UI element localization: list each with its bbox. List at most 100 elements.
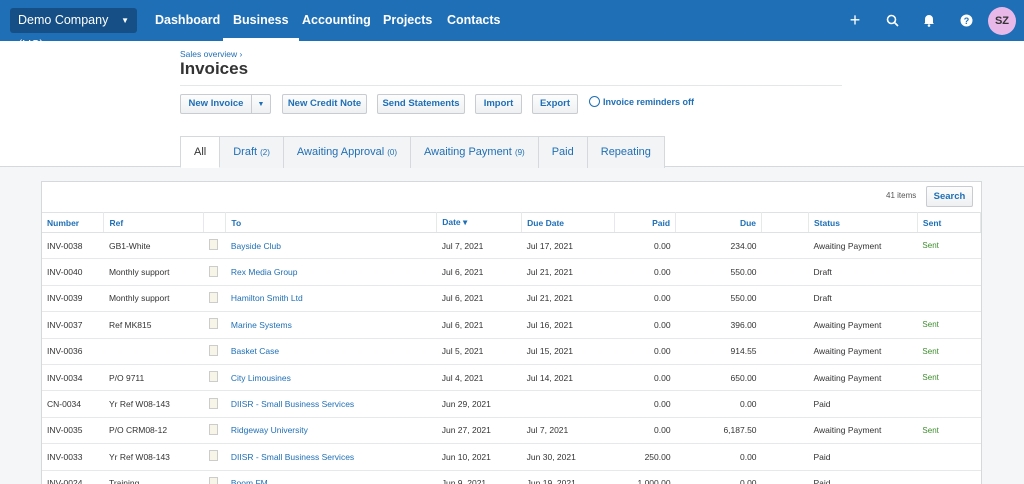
invoice-date: Jul 6, 2021	[436, 311, 522, 339]
col-to[interactable]: To	[225, 212, 438, 233]
new-invoice-dropdown[interactable]: ▼	[251, 94, 271, 114]
svg-text:?: ?	[963, 16, 969, 26]
search-icon[interactable]	[882, 0, 902, 41]
table-row[interactable]: INV-0040 Monthly support Rex Media Group Ju…	[42, 258, 981, 286]
table-row[interactable]: INV-0037 Ref MK815 Marine Systems Jul 6, 20…	[42, 311, 981, 339]
invoice-sent: Sent	[917, 364, 981, 392]
invoice-date: Jul 7, 2021	[436, 232, 522, 260]
spacer-cell	[761, 311, 809, 339]
invoice-contact-link[interactable]: Boom FM	[225, 470, 437, 484]
invoice-due: 650.00	[675, 364, 762, 392]
nav-contacts[interactable]: Contacts	[447, 0, 500, 41]
col-due-date[interactable]: Due Date	[521, 212, 616, 233]
tab-awaiting-payment[interactable]: Awaiting Payment (9)	[411, 136, 539, 168]
table-row[interactable]: INV-0036 Basket Case Jul 5, 2021 Jul 15, 20…	[42, 338, 981, 365]
document-cell	[203, 232, 226, 260]
col-due[interactable]: Due	[675, 212, 763, 233]
tab-paid[interactable]: Paid	[538, 136, 588, 168]
breadcrumb[interactable]: Sales overview ›	[180, 49, 242, 59]
tab-label: Awaiting Payment	[424, 146, 512, 158]
table-row[interactable]: INV-0024 Training Boom FM Jun 9, 2021 Jun 19…	[42, 470, 981, 484]
invoice-due-date: Jun 30, 2021	[521, 443, 615, 471]
invoice-status: Paid	[808, 443, 918, 471]
spacer-cell	[761, 417, 809, 445]
send-statements-button[interactable]: Send Statements	[377, 94, 465, 114]
invoice-ref: Monthly support	[103, 258, 204, 286]
invoice-sent	[917, 443, 981, 471]
document-cell	[203, 443, 226, 471]
invoice-contact-link[interactable]: Ridgeway University	[225, 417, 437, 445]
plus-icon[interactable]: +	[845, 0, 865, 41]
invoice-number: INV-0035	[42, 417, 104, 445]
invoice-paid: 0.00	[614, 338, 676, 365]
nav-projects[interactable]: Projects	[383, 0, 432, 41]
top-nav: Demo Company (US) ▼ Dashboard Business A…	[0, 0, 1024, 52]
table-row[interactable]: INV-0033 Yr Ref W08-143 DIISR - Small Busi…	[42, 443, 981, 471]
invoice-sent	[917, 258, 981, 286]
document-icon	[208, 291, 218, 303]
invoice-number: CN-0034	[42, 390, 104, 418]
tab-all[interactable]: All	[180, 136, 221, 168]
invoice-due-date: Jul 17, 2021	[521, 232, 615, 260]
table-row[interactable]: INV-0035 P/O CRM08-12 Ridgeway University J…	[42, 417, 981, 445]
table-header-row: Number Ref To Date ▾ Due Date Paid Due S…	[42, 212, 982, 233]
help-icon[interactable]: ?	[956, 0, 976, 41]
col-paid[interactable]: Paid	[614, 212, 677, 233]
org-switcher[interactable]: Demo Company (US) ▼	[10, 8, 137, 52]
invoice-date: Jun 9, 2021	[436, 470, 522, 484]
col-number[interactable]: Number	[42, 212, 105, 233]
tab-repeating[interactable]: Repeating	[587, 136, 665, 168]
table-row[interactable]: INV-0034 P/O 9711 City Limousines Jul 4, 20…	[42, 364, 981, 392]
invoice-paid: 0.00	[614, 390, 676, 418]
invoice-paid: 0.00	[614, 258, 676, 286]
invoice-due: 234.00	[675, 232, 762, 260]
invoice-due-date: Jul 15, 2021	[521, 338, 615, 365]
invoice-contact-link[interactable]: Hamilton Smith Ltd	[225, 285, 437, 313]
export-button[interactable]: Export	[532, 94, 578, 114]
invoice-contact-link[interactable]: Bayside Club	[225, 232, 437, 260]
col-spacer	[761, 212, 809, 233]
invoice-contact-link[interactable]: Basket Case	[225, 338, 437, 365]
document-cell	[203, 364, 226, 392]
search-button[interactable]: Search	[926, 186, 973, 207]
spacer-cell	[761, 390, 809, 418]
col-date[interactable]: Date ▾	[436, 212, 523, 233]
invoice-date: Jul 5, 2021	[436, 338, 522, 365]
invoice-due: 550.00	[675, 285, 762, 313]
invoice-contact-link[interactable]: Marine Systems	[225, 311, 437, 339]
bell-icon[interactable]	[919, 0, 939, 41]
col-status[interactable]: Status	[808, 212, 918, 233]
invoice-status: Paid	[808, 390, 918, 418]
tab-draft[interactable]: Draft (2)	[220, 136, 284, 168]
new-credit-note-button[interactable]: New Credit Note	[282, 94, 367, 114]
invoice-status: Awaiting Payment	[808, 311, 918, 339]
col-sent[interactable]: Sent	[917, 212, 982, 233]
col-ref[interactable]: Ref	[103, 212, 205, 233]
invoice-ref: P/O 9711	[103, 364, 204, 392]
invoice-date: Jul 6, 2021	[436, 285, 522, 313]
table-row[interactable]: INV-0038 GB1-White Bayside Club Jul 7, 2021…	[42, 232, 981, 260]
table-row[interactable]: CN-0034 Yr Ref W08-143 DIISR - Small Busin…	[42, 390, 981, 418]
import-button[interactable]: Import	[475, 94, 522, 114]
nav-dashboard[interactable]: Dashboard	[155, 0, 220, 41]
tab-awaiting-approval[interactable]: Awaiting Approval (0)	[283, 136, 412, 168]
document-icon	[208, 265, 218, 277]
invoice-sent	[917, 470, 981, 484]
invoice-ref: Yr Ref W08-143	[103, 443, 204, 471]
invoice-paid: 0.00	[614, 285, 676, 313]
nav-business[interactable]: Business	[223, 0, 299, 41]
invoice-paid: 0.00	[614, 232, 676, 260]
invoice-contact-link[interactable]: City Limousines	[225, 364, 437, 392]
invoice-contact-link[interactable]: DIISR - Small Business Services	[225, 390, 437, 418]
tab-count: (9)	[514, 148, 525, 157]
new-invoice-button[interactable]: New Invoice	[180, 94, 252, 114]
spacer-cell	[761, 285, 809, 313]
avatar[interactable]: SZ	[988, 7, 1016, 35]
invoice-number: INV-0036	[42, 338, 104, 365]
invoice-contact-link[interactable]: DIISR - Small Business Services	[225, 443, 437, 471]
table-row[interactable]: INV-0039 Monthly support Hamilton Smith Lt…	[42, 285, 981, 313]
nav-accounting[interactable]: Accounting	[302, 0, 371, 41]
document-icon	[208, 344, 218, 356]
invoice-contact-link[interactable]: Rex Media Group	[225, 258, 437, 286]
invoice-reminders-link[interactable]: Invoice reminders off	[589, 96, 694, 107]
